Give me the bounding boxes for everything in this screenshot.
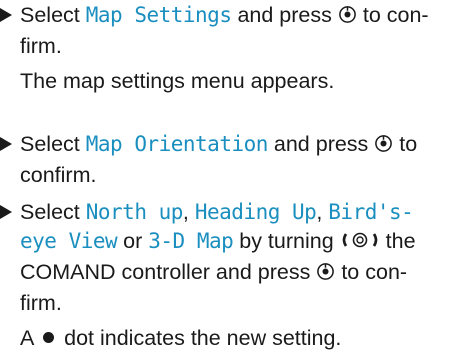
step-text: Select Map Orientation and press to conf…	[20, 132, 418, 187]
step-result: A dot indicates the new setting.	[20, 326, 342, 350]
step-select-orientation: Select North up, Heading Up, Bird's- eye…	[0, 198, 455, 353]
option-3d-map: 3-D Map	[148, 229, 234, 253]
step-map-settings: Select Map Settings and press to con- fi…	[0, 1, 455, 96]
option-birds-eye-view: eye View	[20, 229, 118, 253]
option-north-up: North up	[85, 200, 184, 224]
bullet-dot-icon	[43, 332, 55, 343]
press-controller-icon	[374, 132, 393, 161]
option-heading-up: Heading Up	[194, 200, 317, 224]
step-arrow-icon	[0, 205, 12, 219]
menu-item-map-orientation: Map Orientation	[85, 132, 269, 156]
step-arrow-icon	[0, 8, 12, 22]
instruction-page: Select Map Settings and press to con- fi…	[0, 0, 460, 350]
press-controller-icon	[316, 260, 335, 289]
turn-controller-icon	[340, 229, 380, 258]
option-birds-eye-view: Bird's-	[328, 200, 414, 224]
menu-item-map-settings: Map Settings	[85, 3, 232, 27]
step-text: Select Map Settings and press to con- fi…	[20, 3, 429, 58]
step-text: Select North up, Heading Up, Bird's- eye…	[20, 200, 416, 315]
step-arrow-icon	[0, 137, 12, 151]
step-map-orientation: Select Map Orientation and press to conf…	[0, 130, 455, 190]
press-controller-icon	[338, 3, 357, 32]
step-result: The map settings menu appears.	[20, 69, 335, 93]
